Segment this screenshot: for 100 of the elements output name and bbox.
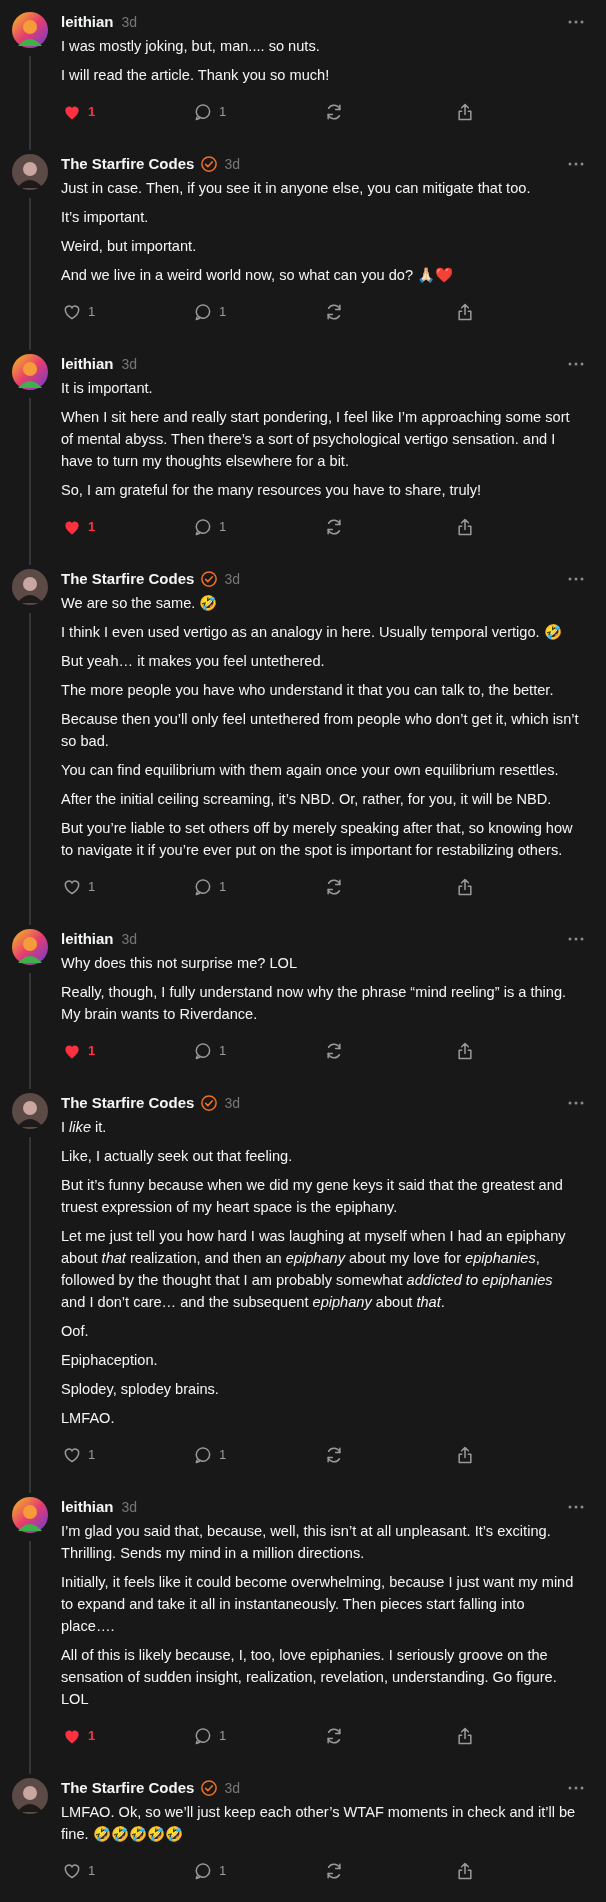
more-icon[interactable] [568, 937, 584, 941]
heart-icon[interactable] [62, 877, 82, 897]
share-icon[interactable] [455, 1445, 475, 1465]
post-text: Oof. [61, 1322, 90, 1341]
more-icon[interactable] [568, 20, 584, 24]
timestamp[interactable]: 3d [121, 1496, 138, 1518]
count: 1 [88, 1862, 96, 1881]
share-icon[interactable] [455, 1861, 475, 1881]
post-text: It’s important. [61, 208, 150, 227]
post-text: And we live in a weird world now, so what can you do? 🙏🏻❤ [61, 266, 455, 285]
count: 1 [88, 1042, 96, 1061]
share-icon[interactable] [455, 102, 475, 122]
repost-icon[interactable] [324, 517, 344, 537]
post-text: But it’s funny because when we did my gene keys it said that the greatest and truest expression of my heart space is the epiphany. [61, 1176, 564, 1217]
comment-icon[interactable] [193, 1445, 213, 1465]
timestamp[interactable]: 3d [121, 353, 138, 375]
share-icon[interactable] [455, 517, 475, 537]
timestamp[interactable]: 3d [224, 1777, 240, 1799]
post-text: I like it. [61, 1118, 108, 1137]
timestamp[interactable]: 3d [121, 11, 138, 33]
avatar[interactable] [12, 354, 48, 390]
timestamp[interactable]: 3d [224, 1092, 240, 1114]
comment-icon[interactable] [193, 102, 213, 122]
avatar[interactable] [12, 929, 48, 965]
author-name[interactable]: The Starfire Codes [61, 569, 195, 589]
post-text: But you’re liable to set others off by merely speaking after that, so knowing how to navigate it if you’re ever put on the spot is important for restabilizing others. [61, 819, 574, 860]
author-name[interactable]: leithian [61, 1497, 114, 1517]
author-name[interactable]: leithian [61, 354, 114, 374]
post-text: I was mostly joking, but, man.... so nuts. [61, 37, 321, 56]
more-icon[interactable] [568, 577, 584, 581]
avatar[interactable] [12, 1093, 48, 1129]
more-icon[interactable] [568, 1505, 584, 1509]
post-text: LMFAO. [61, 1409, 116, 1428]
post-text: The more people you have who understand it that you can talk to, the better. [61, 681, 555, 700]
comment-icon[interactable] [193, 302, 213, 322]
timestamp[interactable]: 3d [121, 928, 138, 950]
repost-icon[interactable] [324, 1726, 344, 1746]
repost-icon[interactable] [324, 1041, 344, 1061]
post-text: Because then you’ll only feel untethered from people who don’t get it, which isn’t so bad. [61, 710, 580, 751]
avatar[interactable] [12, 569, 48, 605]
share-icon[interactable] [455, 1041, 475, 1061]
avatar[interactable] [12, 1497, 48, 1533]
heart-icon[interactable] [62, 1861, 82, 1881]
share-icon[interactable] [455, 1726, 475, 1746]
comment-icon[interactable] [193, 877, 213, 897]
timestamp[interactable]: 3d [224, 568, 240, 590]
count: 1 [88, 1727, 96, 1746]
count: 1 [219, 1862, 227, 1881]
author-name[interactable]: leithian [61, 12, 114, 32]
author-name[interactable]: leithian [61, 929, 114, 949]
count: 1 [88, 103, 96, 122]
author-name[interactable]: The Starfire Codes [61, 1778, 195, 1798]
author-name[interactable]: The Starfire Codes [61, 1093, 195, 1113]
count: 1 [88, 878, 96, 897]
count: 1 [88, 1446, 96, 1465]
repost-icon[interactable] [324, 1861, 344, 1881]
post-text: Weird, but important. [61, 237, 198, 256]
post-text: I’m glad you said that, because, well, this isn’t at all unpleasant. It’s exciting. Thrilling. Sends my mind in a million directions. [61, 1522, 552, 1563]
comment-icon[interactable] [193, 1726, 213, 1746]
repost-icon[interactable] [324, 102, 344, 122]
post-text: Epiphaception. [61, 1351, 159, 1370]
more-icon[interactable] [568, 1101, 584, 1105]
repost-icon[interactable] [324, 1445, 344, 1465]
avatar[interactable] [12, 154, 48, 190]
post-text: Just in case. Then, if you see it in anyone else, you can mitigate that too. [61, 179, 532, 198]
post-text: Let me just tell you how hard I was laughing at myself when I had an epiphany about that realization, and then an epiphany about my love for epiphanies, followed by the thought that I am probably somewhat addicted to epiphanies and I don’t care… and the subsequent epiphany about that. [61, 1227, 567, 1312]
author-name[interactable]: The Starfire Codes [61, 154, 195, 174]
post-text: When I sit here and really start pondering, I feel like I’m approaching some sort of mental abyss. Then there’s a sort of psychological vertigo sensation. and I have to turn my thoughts elsewhere for a bit. [61, 408, 571, 471]
count: 1 [88, 518, 96, 537]
repost-icon[interactable] [324, 877, 344, 897]
post-text: After the initial ceiling screaming, it’s NBD. Or, rather, for you, it will be NBD. [61, 790, 553, 809]
post-text: I will read the article. Thank you so much! [61, 66, 331, 85]
post-text: Really, though, I fully understand now why the phrase “mind reeling” is a thing. My brain wants to Riverdance. [61, 983, 568, 1024]
more-icon[interactable] [568, 1786, 584, 1790]
avatar[interactable] [12, 1778, 48, 1814]
more-icon[interactable] [568, 162, 584, 166]
post-text: LMFAO. Ok, so we’ll just keep each other’s WTAF moments in check and it’ll be fine. 🤣🤣🤣🤣🤣 [61, 1803, 577, 1844]
post-text: All of this is likely because, I, too, love epiphanies. I seriously groove on the sensation of sudden insight, realization, revelation, understanding. Go figure. LOL [61, 1646, 558, 1709]
post-text: We are so the same. 🤣 [61, 594, 219, 613]
comment-icon[interactable] [193, 517, 213, 537]
comment-icon[interactable] [193, 1041, 213, 1061]
post-text: Splodey, splodey brains. [61, 1380, 220, 1399]
heart-icon[interactable] [62, 302, 82, 322]
count: 1 [88, 303, 96, 322]
more-icon[interactable] [568, 362, 584, 366]
count: 1 [219, 1042, 227, 1061]
share-icon[interactable] [455, 877, 475, 897]
count: 1 [219, 1727, 227, 1746]
repost-icon[interactable] [324, 302, 344, 322]
post-text: You can find equilibrium with them again once your own equilibrium resettles. [61, 761, 560, 780]
post-text: Initially, it feels like it could become overwhelming, because I just want my mind to expand and take it all in instantaneously. Then pieces start falling into place…. [61, 1573, 575, 1636]
post-text: Like, I actually seek out that feeling. [61, 1147, 294, 1166]
count: 1 [219, 103, 227, 122]
count: 1 [219, 878, 227, 897]
timestamp[interactable]: 3d [224, 153, 240, 175]
comment-icon[interactable] [193, 1861, 213, 1881]
avatar[interactable] [12, 12, 48, 48]
share-icon[interactable] [455, 302, 475, 322]
post-text: It is important. [61, 379, 154, 398]
heart-icon[interactable] [62, 1445, 82, 1465]
